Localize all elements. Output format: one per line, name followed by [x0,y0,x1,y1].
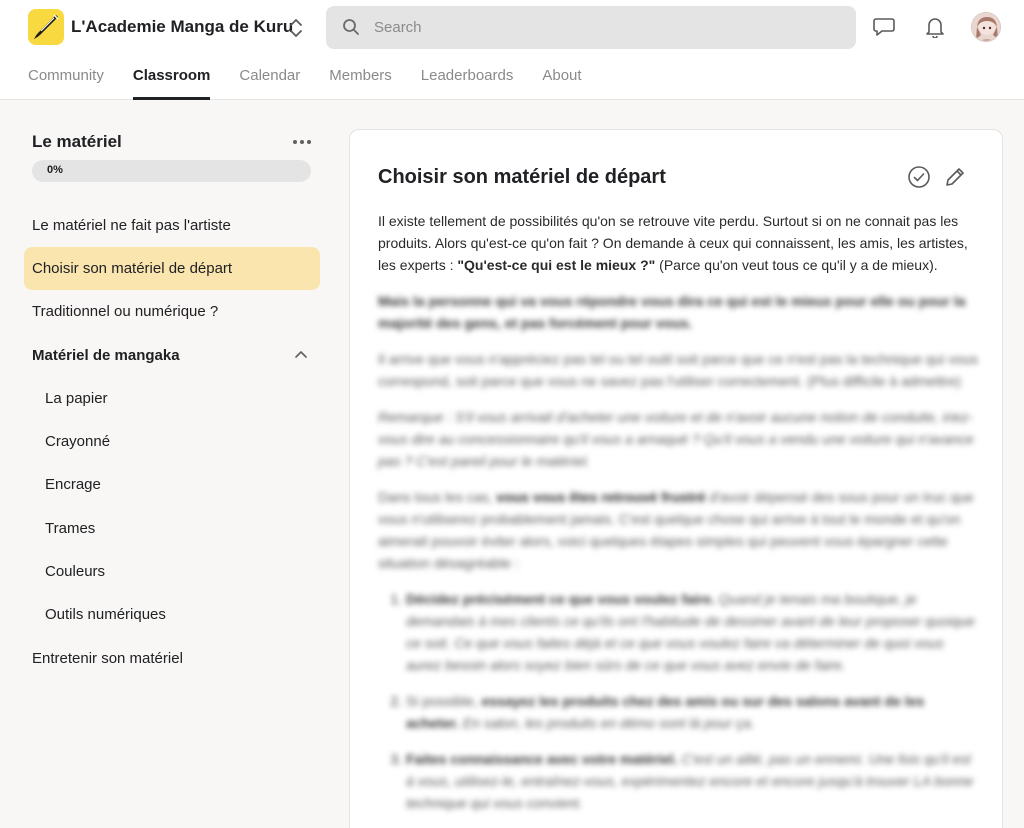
lesson-item[interactable]: Traditionnel ou numérique ? [24,290,320,333]
sub-lesson-item[interactable]: La papier [24,377,320,420]
lesson-item[interactable]: Entretenir son matériel [24,637,320,680]
folder-item[interactable]: Matériel de mangaka [24,334,320,377]
tab-about[interactable]: About [542,64,581,100]
community-name[interactable]: L'Academie Manga de Kuru [71,17,293,37]
paragraph: Dans tous les cas, vous vous êtes retrou… [378,489,974,571]
lesson-title: Choisir son matériel de départ [378,166,666,188]
sub-lesson-item[interactable]: Crayonné [24,420,320,463]
tab-community[interactable]: Community [28,64,104,100]
avatar[interactable] [971,12,1001,42]
sub-lesson-item[interactable]: Encrage [24,463,320,506]
module-title: Le matériel [32,132,122,151]
chat-icon[interactable] [871,14,897,40]
course-sidebar: Le matériel 0% Le matériel ne fait pas l… [0,101,340,828]
switch-community-icon[interactable] [288,17,304,39]
sub-lesson-item[interactable]: Outils numériques [24,593,320,636]
tab-members[interactable]: Members [329,64,392,100]
lesson-card: Choisir son matériel de départ Il existe… [349,129,1003,828]
steps-list: Décidez précisément ce que vous voulez f… [378,588,978,814]
app-logo-icon[interactable] [28,9,64,45]
paragraph: Il existe tellement de possibilités qu'o… [378,213,968,273]
tab-calendar[interactable]: Calendar [239,64,300,100]
check-circle-icon[interactable] [907,165,931,189]
paragraph: Remarque : S'il vous arrivait d'acheter … [378,409,974,469]
list-item: Faites connaissance avec votre matériel.… [406,748,978,814]
search-bar[interactable] [326,6,856,49]
pencil-icon[interactable] [944,166,966,188]
progress-bar: 0% [32,160,311,182]
paragraph: Mais la personne qui va vous répondre vo… [378,293,966,331]
lesson-item-active[interactable]: Choisir son matériel de départ [24,247,320,290]
paragraph: Il arrive que vous n'appréciez pas tel o… [378,351,978,389]
tab-leaderboards[interactable]: Leaderboards [421,64,514,100]
tab-classroom[interactable]: Classroom [132,64,211,100]
main-tabs: Community Classroom Calendar Members Lea… [28,64,611,100]
search-icon [342,18,360,36]
list-item: Si possible, essayez les produits chez d… [406,690,978,734]
bell-icon[interactable] [922,14,948,40]
more-icon[interactable] [290,134,314,150]
sub-lesson-item[interactable]: Trames [24,507,320,550]
sub-lesson-item[interactable]: Couleurs [24,550,320,593]
chevron-up-icon[interactable] [294,349,308,359]
lesson-item[interactable]: Le matériel ne fait pas l'artiste [24,204,320,247]
search-input[interactable] [374,6,834,49]
lesson-body: Il existe tellement de possibilités qu'o… [378,210,978,828]
list-item: Décidez précisément ce que vous voulez f… [406,588,978,676]
folder-label: Matériel de mangaka [32,347,180,364]
top-header: L'Academie Manga de Kuru Search Communit… [0,0,1024,100]
progress-label: 0% [47,164,63,176]
